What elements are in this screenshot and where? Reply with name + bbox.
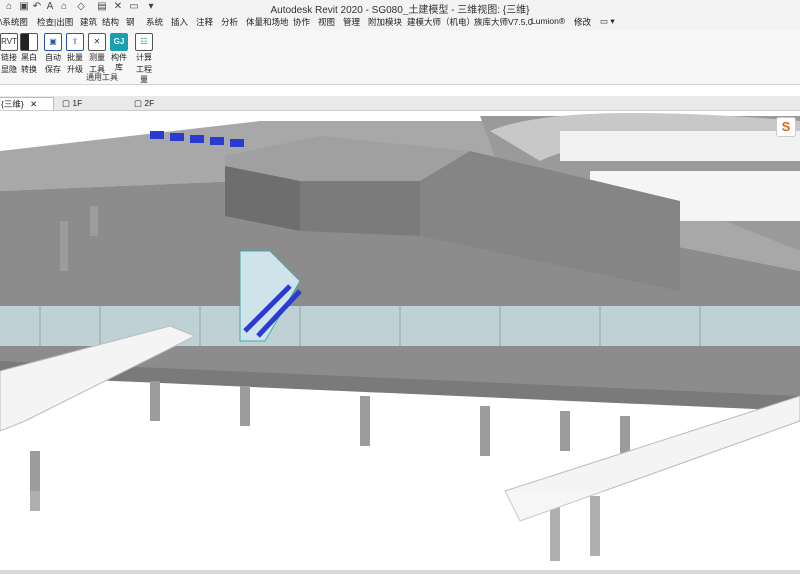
quantity-button[interactable]: ☷ 计算 工程量 (133, 33, 155, 85)
menu-item-system-diagram[interactable]: \系统图 (0, 16, 28, 28)
close-tab-icon[interactable]: ✕ (30, 99, 37, 109)
tab-1f[interactable]: ▢ 1F (58, 97, 86, 109)
black-white-label-2: 转换 (21, 65, 37, 74)
measure-tool-label-1: 测量 (89, 53, 105, 62)
ribbon-options-icon[interactable]: ▭ ▾ (600, 16, 615, 27)
floor-plan-icon: ▢ (62, 98, 71, 108)
menu-item-modeling-master[interactable]: 建模大师（机电） (407, 16, 475, 28)
status-bar (0, 570, 800, 574)
menu-item-addins[interactable]: 附加模块 (368, 16, 402, 28)
quick-access-toolbar: ⌂ ▣ ↶ A ⌂ ◇ ▤ ✕ ▭ ▾ Autodesk Revit 2020 … (0, 0, 800, 16)
tab-2f-label: 2F (144, 98, 155, 108)
quantity-icon: ☷ (135, 33, 153, 51)
menu-item-analyze[interactable]: 分析 (221, 16, 238, 28)
menu-item-modify[interactable]: 修改 (574, 16, 591, 28)
link-visibility-label-2: 显隐 (1, 65, 17, 74)
panel-label-general-tools: 通用工具 (86, 73, 118, 82)
component-library-icon: GJ (110, 33, 128, 51)
batch-upgrade-label-2: 升级 (67, 65, 83, 74)
black-white-button[interactable]: 黑白 转换 (18, 33, 40, 75)
3d-model-drawing (0, 113, 800, 570)
tab-3d-view-label: {三维} (1, 99, 24, 109)
menu-item-collaborate[interactable]: 协作 (293, 16, 310, 28)
ramp-road (560, 131, 800, 161)
menu-item-check-output[interactable]: 检查|出图 (37, 16, 73, 28)
black-white-label-1: 黑白 (21, 53, 37, 62)
measure-tool-button[interactable]: ✕ 测量 工具 (86, 33, 108, 75)
floor-plan-icon: ▢ (134, 98, 143, 108)
menu-item-architecture[interactable]: 建筑 (80, 16, 97, 28)
menu-item-annotate[interactable]: 注释 (196, 16, 213, 28)
auto-save-icon: ▣ (44, 33, 62, 51)
menu-item-massing-site[interactable]: 体量和场地 (246, 16, 289, 28)
ribbon-panel: RVT 链接 显隐 黑白 转换 ▣ 自动 保存 ⇪ 批量 升级 ✕ 测量 工具 … (0, 30, 800, 85)
menu-item-view[interactable]: 视图 (318, 16, 335, 28)
link-visibility-button[interactable]: RVT 链接 显隐 (0, 33, 20, 75)
batch-upgrade-button[interactable]: ⇪ 批量 升级 (64, 33, 86, 75)
batch-upgrade-label-1: 批量 (67, 53, 83, 62)
quantity-label-1: 计算 (136, 53, 152, 62)
auto-save-label-2: 保存 (45, 65, 61, 74)
menu-item-systems[interactable]: 系统 (146, 16, 163, 28)
quantity-label-2: 工程量 (136, 65, 152, 84)
3d-viewport[interactable]: S (0, 111, 800, 570)
menu-item-lumion[interactable]: Lumion® (531, 16, 565, 26)
ribbon-tab-bar: \系统图 检查|出图 建筑 结构 钢 系统 插入 注释 分析 体量和场地 协作 … (0, 15, 800, 31)
link-icon: RVT (0, 33, 18, 51)
tab-2f[interactable]: ▢ 2F (130, 97, 158, 109)
ground (0, 491, 800, 570)
menu-item-family-library[interactable]: 族库大师V7.5.0 (474, 16, 533, 28)
window-title: Autodesk Revit 2020 - SG080_土建模型 - 三维视图:… (270, 5, 530, 16)
menu-item-structure[interactable]: 结构 (102, 16, 119, 28)
link-visibility-label-1: 链接 (1, 53, 17, 62)
view-tab-bar: {三维} ✕ ▢ 1F ▢ 2F (0, 96, 800, 111)
auto-save-button[interactable]: ▣ 自动 保存 (42, 33, 64, 75)
addin-badge-icon[interactable]: S (776, 117, 796, 137)
black-white-icon (20, 33, 38, 51)
tab-1f-label: 1F (72, 98, 83, 108)
menu-item-steel[interactable]: 钢 (126, 16, 135, 28)
tab-3d-view[interactable]: {三维} ✕ (0, 97, 54, 110)
measure-tool-icon: ✕ (88, 33, 106, 51)
component-library-button[interactable]: GJ 构件库 (108, 33, 130, 73)
menu-item-manage[interactable]: 管理 (343, 16, 360, 28)
menu-item-insert[interactable]: 插入 (171, 16, 188, 28)
component-library-label: 构件库 (111, 53, 127, 72)
batch-upgrade-icon: ⇪ (66, 33, 84, 51)
auto-save-label-1: 自动 (45, 53, 61, 62)
central-block-front (300, 181, 420, 236)
